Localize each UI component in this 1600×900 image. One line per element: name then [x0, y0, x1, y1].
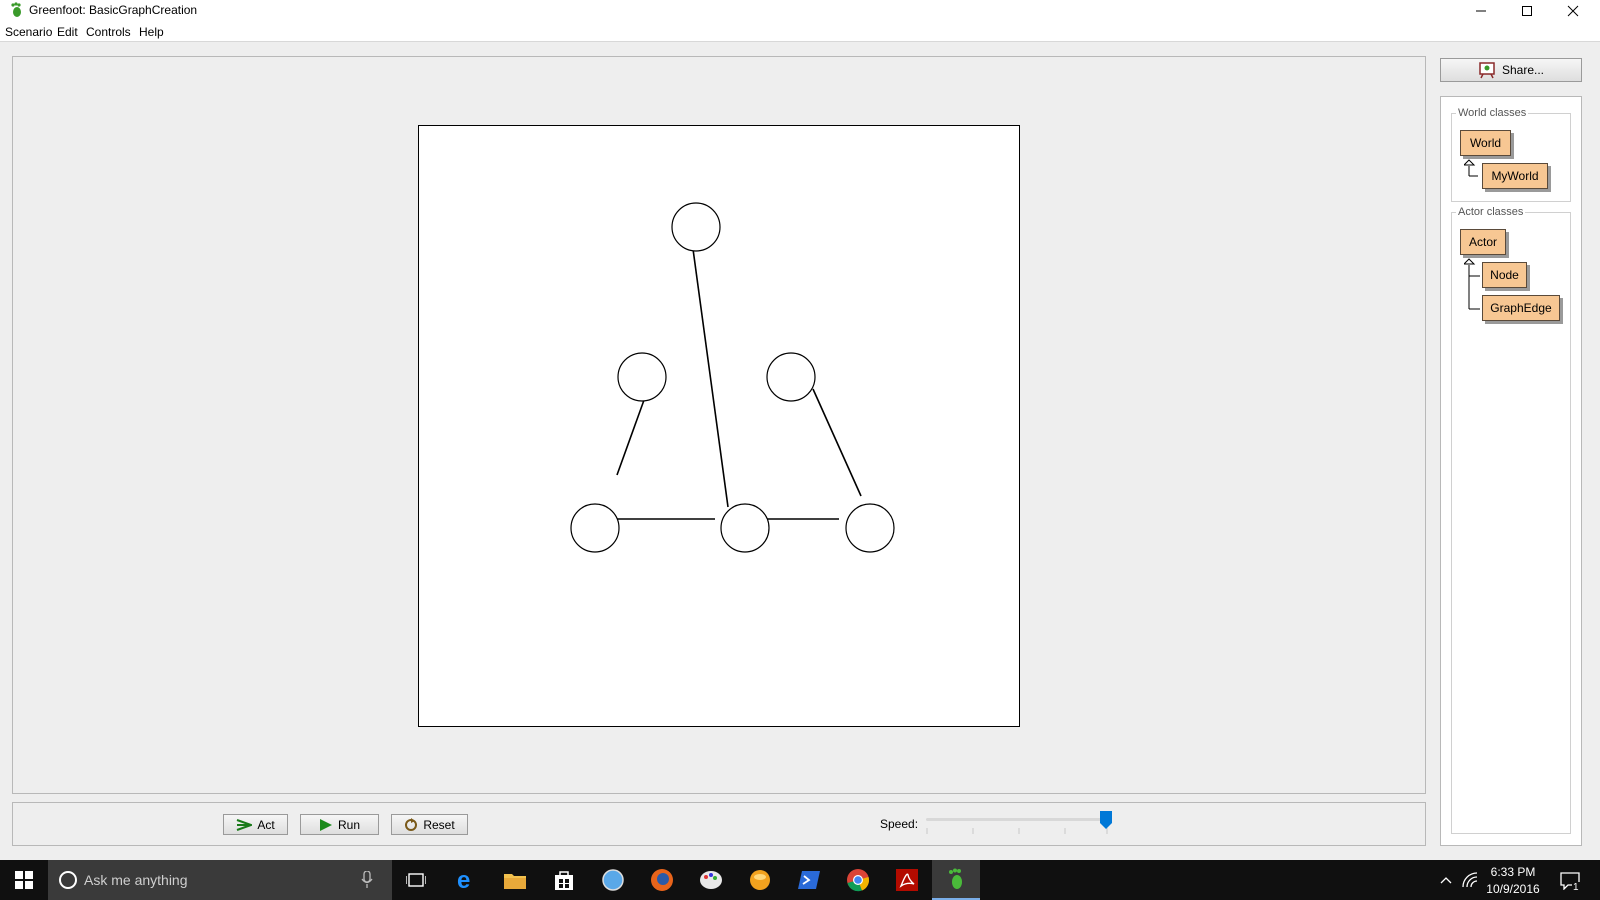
menu-bar: Scenario Edit Controls Help — [0, 22, 1600, 42]
orb-button[interactable] — [736, 860, 784, 900]
paint-icon — [700, 871, 722, 889]
play-icon — [319, 818, 332, 831]
file-explorer-icon — [504, 874, 526, 889]
chrome-button[interactable] — [834, 860, 882, 900]
speed-label: Speed: — [880, 817, 919, 831]
minimize-button[interactable] — [1458, 0, 1504, 22]
powershell-icon — [798, 871, 820, 889]
speed-slider-track[interactable] — [926, 818, 1108, 821]
graph-edge — [616, 388, 649, 476]
class-actor[interactable]: Actor — [1460, 229, 1506, 255]
menu-edit[interactable]: Edit — [57, 25, 78, 39]
task-view-button[interactable] — [392, 860, 440, 900]
store-button[interactable] — [540, 860, 588, 900]
inheritance-arrow — [1464, 258, 1480, 310]
act-icon — [236, 818, 253, 831]
paint-button[interactable] — [687, 860, 735, 900]
run-button[interactable]: Run — [300, 814, 379, 835]
reset-label: Reset — [423, 817, 455, 832]
act-label: Act — [257, 817, 275, 832]
file-explorer-button[interactable] — [491, 860, 539, 900]
clock-date: 10/9/2016 — [1486, 882, 1540, 896]
window-title: Greenfoot: BasicGraphCreation — [29, 3, 198, 17]
graph-node — [617, 352, 667, 402]
acrobat-icon — [896, 869, 918, 891]
graph-edge — [692, 248, 729, 508]
graph-node — [671, 202, 721, 252]
store-icon — [555, 871, 573, 890]
actor-classes-title: Actor classes — [1456, 206, 1526, 218]
close-icon — [1567, 5, 1579, 17]
inheritance-arrow — [1464, 159, 1478, 177]
minimize-icon — [1476, 10, 1486, 12]
maximize-icon — [1522, 6, 1532, 16]
menu-controls[interactable]: Controls — [86, 25, 131, 39]
graph-node — [570, 503, 620, 553]
edge-icon: e — [457, 869, 470, 891]
act-button[interactable]: Act — [223, 814, 288, 835]
maximize-button[interactable] — [1504, 0, 1550, 22]
graph-node — [845, 503, 895, 553]
class-graphedge[interactable]: GraphEdge — [1482, 295, 1560, 321]
microphone-icon — [361, 871, 373, 888]
svg-text:e: e — [457, 869, 470, 891]
safari-button[interactable] — [589, 860, 637, 900]
world-canvas[interactable] — [418, 125, 1020, 727]
class-node[interactable]: Node — [1482, 262, 1527, 288]
class-myworld[interactable]: MyWorld — [1482, 163, 1548, 189]
task-view-icon — [406, 873, 426, 887]
greenfoot-icon — [949, 868, 962, 889]
search-placeholder: Ask me anything — [84, 872, 188, 888]
speed-slider-thumb[interactable] — [1100, 811, 1112, 829]
title-bar: Greenfoot: BasicGraphCreation — [0, 0, 1600, 22]
menu-scenario[interactable]: Scenario — [5, 25, 52, 39]
share-label: Share... — [1501, 63, 1545, 77]
close-button[interactable] — [1550, 0, 1596, 22]
clock-time: 6:33 PM — [1490, 865, 1536, 879]
windows-icon — [15, 871, 33, 889]
chrome-icon — [847, 869, 869, 892]
run-label: Run — [337, 817, 360, 832]
search-box[interactable]: Ask me anything — [48, 860, 392, 900]
graph-edge — [812, 388, 862, 497]
greenfoot-taskbar-button[interactable] — [932, 860, 980, 900]
graph-node — [720, 503, 770, 553]
firefox-button[interactable] — [638, 860, 686, 900]
notification-count: 1 — [1572, 882, 1580, 893]
world-classes-title: World classes — [1456, 107, 1529, 119]
graph-node — [766, 352, 816, 402]
powershell-button[interactable] — [785, 860, 833, 900]
reset-icon — [405, 817, 418, 831]
menu-help[interactable]: Help — [139, 25, 164, 39]
greenfoot-app-icon — [11, 2, 21, 17]
acrobat-button[interactable] — [883, 860, 931, 900]
cortana-icon — [59, 871, 77, 889]
reset-button[interactable]: Reset — [391, 814, 468, 835]
orb-icon — [750, 870, 770, 890]
graph-drawing — [570, 202, 895, 553]
share-button[interactable]: Share... — [1440, 58, 1582, 82]
class-world[interactable]: World — [1460, 130, 1511, 156]
start-button[interactable] — [0, 860, 48, 900]
share-icon — [1479, 62, 1495, 79]
safari-icon — [602, 869, 624, 891]
wifi-icon[interactable] — [1462, 872, 1478, 888]
firefox-icon — [651, 869, 673, 891]
taskbar-clock[interactable]: 6:33 PM 10/9/2016 — [1484, 864, 1542, 898]
speed-slider-ticks — [926, 828, 1108, 834]
taskbar: Ask me anything e 1 — [0, 860, 1600, 900]
chevron-up-icon[interactable] — [1440, 876, 1452, 884]
edge-button[interactable]: e — [442, 860, 490, 900]
